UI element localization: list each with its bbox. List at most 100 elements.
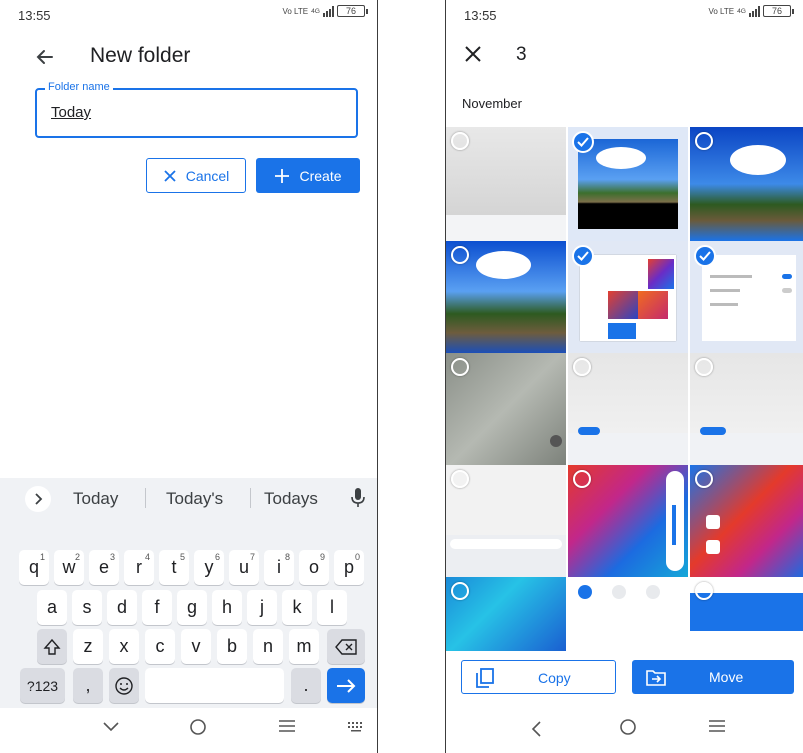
unselected-circle-icon[interactable] [695, 132, 713, 150]
suggestion-1[interactable]: Today [73, 489, 118, 509]
arrow-right-icon [337, 678, 356, 693]
unselected-circle-icon[interactable] [451, 470, 469, 488]
photo-thumbnail[interactable] [690, 353, 803, 465]
nav-menu[interactable] [708, 719, 726, 738]
copy-button[interactable]: Copy [461, 660, 616, 694]
copy-label: Copy [538, 670, 571, 686]
checkmark-icon[interactable] [572, 131, 594, 153]
key-l[interactable]: l [317, 590, 347, 625]
photo-thumbnail[interactable] [568, 577, 688, 651]
photo-thumbnail[interactable] [446, 127, 566, 241]
enter-key[interactable] [327, 668, 365, 703]
key-m[interactable]: m [289, 629, 319, 664]
unselected-circle-icon[interactable] [695, 470, 713, 488]
key-a[interactable]: a [37, 590, 67, 625]
chevron-right-icon[interactable] [25, 486, 51, 512]
spacebar-key[interactable] [145, 668, 284, 703]
section-header: November [462, 96, 522, 111]
backspace-key[interactable] [327, 629, 365, 664]
photo-thumbnail[interactable] [446, 577, 566, 651]
photo-thumbnail[interactable] [568, 465, 688, 577]
status-icons: Vo LTE 4G 76 [282, 5, 368, 17]
shift-key[interactable] [37, 629, 67, 664]
back-arrow-icon[interactable] [30, 42, 60, 72]
key-x[interactable]: x [109, 629, 139, 664]
nav-back[interactable] [530, 720, 542, 743]
key-i[interactable]: i8 [264, 550, 294, 585]
key-d[interactable]: d [107, 590, 137, 625]
photo-thumbnail[interactable] [690, 577, 803, 651]
microphone-icon[interactable] [350, 487, 366, 509]
key-label: p [343, 557, 354, 577]
key-j[interactable]: j [247, 590, 277, 625]
folder-name-input[interactable] [51, 104, 341, 121]
key-o[interactable]: o9 [299, 550, 329, 585]
key-q[interactable]: q1 [19, 550, 49, 585]
key-hint: 5 [179, 552, 185, 562]
unselected-circle-icon[interactable] [451, 358, 469, 376]
unselected-circle-icon[interactable] [451, 246, 469, 264]
network-label: Vo LTE [282, 6, 309, 16]
suggestion-2[interactable]: Today's [166, 489, 223, 509]
key-y[interactable]: y6 [194, 550, 224, 585]
cancel-button[interactable]: Cancel [146, 158, 246, 193]
unselected-circle-icon[interactable] [695, 358, 713, 376]
nav-menu[interactable] [278, 719, 296, 738]
key-b[interactable]: b [217, 629, 247, 664]
comma-key[interactable]: , [73, 668, 103, 703]
photo-thumbnail[interactable] [446, 465, 566, 577]
key-v[interactable]: v [181, 629, 211, 664]
backspace-icon [335, 638, 357, 655]
photo-thumbnail[interactable] [690, 465, 803, 577]
key-k[interactable]: k [282, 590, 312, 625]
status-time: 13:55 [18, 8, 51, 23]
key-r[interactable]: r4 [124, 550, 154, 585]
keyboard-icon [348, 722, 362, 732]
checkmark-icon[interactable] [694, 245, 716, 267]
unselected-circle-icon[interactable] [573, 470, 591, 488]
checkmark-icon[interactable] [572, 245, 594, 267]
unselected-circle-icon[interactable] [695, 582, 713, 600]
suggestion-3[interactable]: Todays [264, 489, 318, 509]
key-hint: 4 [144, 552, 150, 562]
key-p[interactable]: p0 [334, 550, 364, 585]
key-g[interactable]: g [177, 590, 207, 625]
period-key[interactable]: . [291, 668, 321, 703]
folder-name-field[interactable]: Folder name [35, 81, 358, 138]
create-label: Create [299, 167, 342, 184]
key-e[interactable]: e3 [89, 550, 119, 585]
symbols-key[interactable]: ?123 [20, 668, 65, 703]
photo-thumbnail-selected[interactable] [568, 241, 688, 353]
create-button[interactable]: Create [256, 158, 360, 193]
close-icon[interactable] [463, 44, 483, 64]
key-u[interactable]: u7 [229, 550, 259, 585]
key-c[interactable]: c [145, 629, 175, 664]
emoji-key[interactable] [109, 668, 139, 703]
unselected-circle-icon[interactable] [573, 358, 591, 376]
cancel-label: Cancel [185, 167, 230, 184]
photo-thumbnail-selected[interactable] [568, 127, 688, 241]
home-circle-icon [620, 719, 636, 735]
move-button[interactable]: Move [632, 660, 794, 694]
nav-home[interactable] [188, 717, 208, 742]
unselected-circle-icon[interactable] [451, 132, 469, 150]
nav-home[interactable] [618, 717, 638, 742]
photo-thumbnail[interactable] [446, 353, 566, 465]
photo-thumbnail[interactable] [446, 241, 566, 353]
navigation-bar [0, 708, 377, 753]
key-h[interactable]: h [212, 590, 242, 625]
photo-thumbnail[interactable] [690, 127, 803, 241]
unselected-circle-icon[interactable] [451, 582, 469, 600]
key-s[interactable]: s [72, 590, 102, 625]
key-w[interactable]: w2 [54, 550, 84, 585]
key-t[interactable]: t5 [159, 550, 189, 585]
key-f[interactable]: f [142, 590, 172, 625]
action-bar: Copy Move [446, 651, 803, 709]
key-n[interactable]: n [253, 629, 283, 664]
photo-thumbnail[interactable] [568, 353, 688, 465]
nav-collapse-keyboard[interactable] [102, 720, 120, 738]
photo-thumbnail-selected[interactable] [690, 241, 803, 353]
nav-keyboard-switch[interactable] [347, 720, 365, 738]
plus-icon [275, 168, 290, 183]
key-z[interactable]: z [73, 629, 103, 664]
